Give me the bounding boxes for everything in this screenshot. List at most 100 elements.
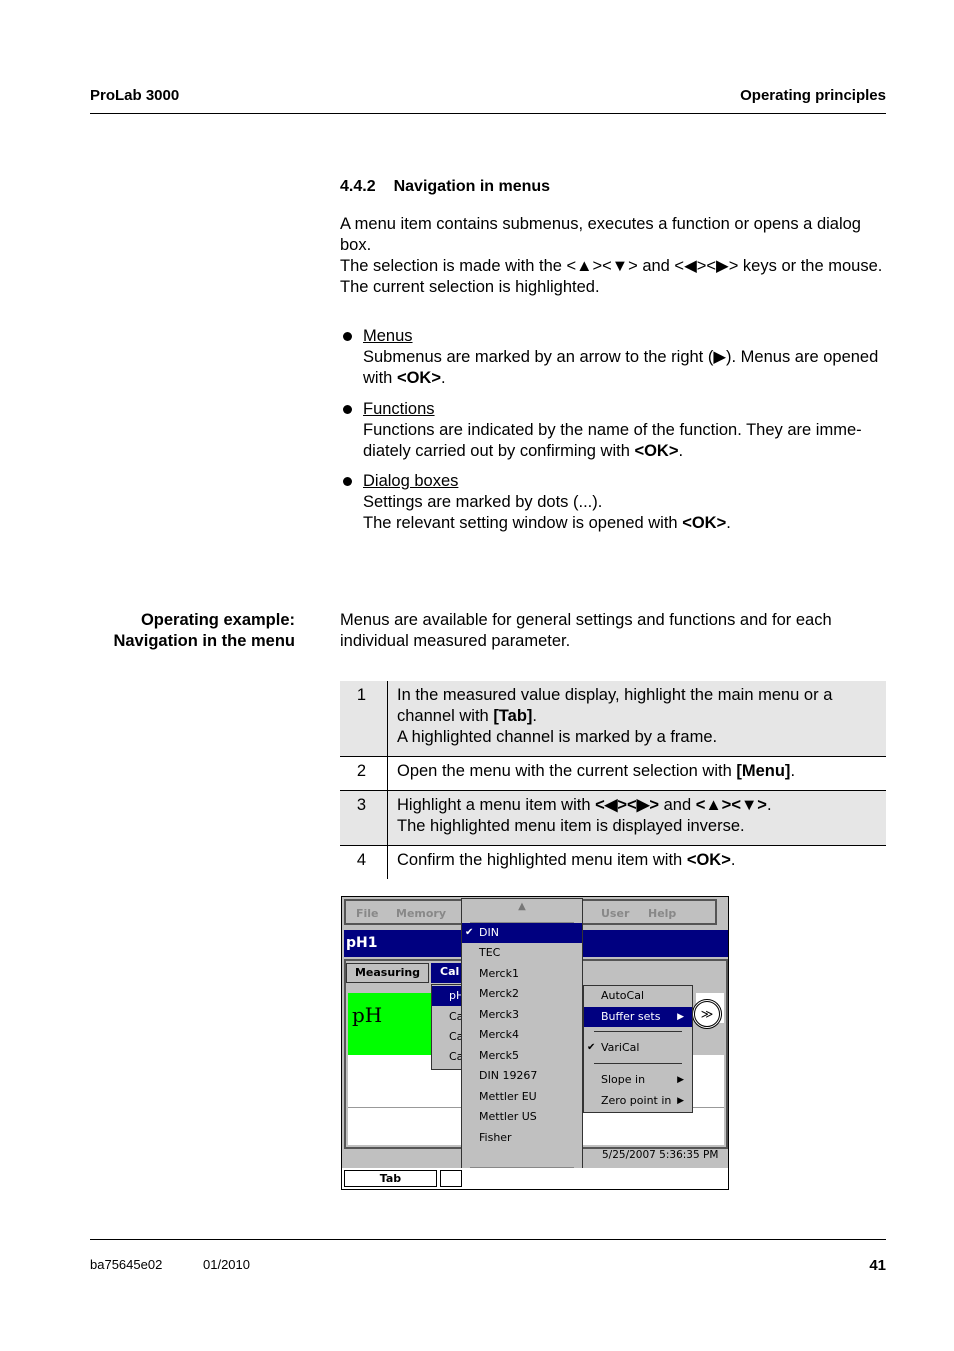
buffer-list: ▲ ✔ DIN TEC Merck1 Merck2 Merck3 Merck4 M…: [461, 898, 583, 1189]
item-label: DIN: [479, 926, 499, 939]
footer-date: 01/2010: [203, 1257, 250, 1272]
step-text: Confirm the highlighted menu item with <…: [388, 846, 887, 880]
punct: .: [440, 369, 446, 387]
tab-cal[interactable]: Cal: [431, 963, 463, 983]
buffer-item[interactable]: DIN 19267: [462, 1066, 582, 1086]
scroll-up-icon[interactable]: ▲: [462, 901, 582, 912]
section-heading: 4.4.2 Navigation in menus: [340, 178, 550, 196]
submenu-buffer-sets[interactable]: Buffer sets ▶: [584, 1007, 692, 1027]
key-label: <◀><▶>: [595, 796, 660, 814]
key-label: <OK>: [682, 514, 727, 532]
submenu-varical[interactable]: ✔ VariCal: [584, 1038, 692, 1058]
text: and: [659, 796, 696, 814]
paragraph: A menu item contains submenus, executes …: [340, 215, 861, 254]
buffer-item[interactable]: Merck3: [462, 1005, 582, 1025]
text: Highlight a menu item with: [397, 796, 596, 814]
bullet-icon: [343, 332, 352, 341]
punct: .: [726, 514, 731, 532]
buffer-item[interactable]: TEC: [462, 943, 582, 963]
footer-doc-id: ba75645e02: [90, 1257, 163, 1272]
menu-file[interactable]: File: [356, 907, 379, 920]
punct: .: [730, 851, 736, 869]
step-number: 2: [340, 756, 388, 791]
softkey-2[interactable]: [440, 1170, 462, 1187]
bullet-menus: Menus Submenus are marked by an arrow to…: [363, 326, 886, 389]
step-number: 3: [340, 790, 388, 846]
step-row: 1 In the measured value display, highlig…: [340, 681, 886, 757]
section-number: 4.4.2: [340, 178, 376, 195]
step-text: Highlight a menu item with <◀><▶> and <▲…: [387, 790, 886, 846]
steps-table: 1 In the measured value display, highlig…: [340, 681, 886, 879]
step-row: 2 Open the menu with the current selecti…: [340, 756, 887, 791]
submenu-arrow-icon: ▶: [677, 1096, 684, 1106]
item-label: Buffer sets: [601, 1010, 661, 1023]
buffer-item[interactable]: Mettler US: [462, 1107, 582, 1127]
bullet-functions: Functions Functions are indicated by the…: [363, 399, 886, 462]
bullet-text: Settings are marked by dots (...).: [363, 493, 603, 511]
separator: [594, 1031, 682, 1032]
header-product: ProLab 3000: [90, 87, 180, 104]
bullet-title: Menus: [363, 327, 413, 345]
intro-text: A menu item contains submenus, executes …: [340, 214, 886, 298]
bullet-icon: [343, 477, 352, 486]
example-intro: Menus are available for general settings…: [340, 611, 832, 650]
text: In the measured value display, highlight…: [397, 686, 833, 725]
footer-rule: [90, 1239, 886, 1240]
key-label: <OK>: [396, 369, 441, 387]
bullet-dialogs: Dialog boxes Settings are marked by dots…: [363, 471, 886, 534]
step-row: 3 Highlight a menu item with <◀><▶> and …: [340, 790, 886, 846]
checkmark-icon: ✔: [587, 1042, 596, 1053]
key-label: [Menu]: [736, 762, 791, 780]
cal-submenu: AutoCal Buffer sets ▶ ✔ VariCal Slope in ▶ …: [583, 985, 693, 1113]
datetime: 5/25/2007 5:36:35 PM: [602, 1149, 719, 1161]
step-number: 4: [340, 845, 388, 879]
ph-display: pH: [348, 993, 438, 1055]
bullet-icon: [343, 405, 352, 414]
page-number: 41: [869, 1257, 886, 1274]
device-screenshot: File Memory User Help pH1 pH ≫ Measuring…: [341, 896, 729, 1190]
menu-help[interactable]: Help: [648, 907, 676, 920]
bullet-title: Functions: [363, 400, 435, 418]
submenu-zero-point-in[interactable]: Zero point in ▶: [584, 1091, 692, 1111]
tab-measuring[interactable]: Measuring: [346, 963, 429, 983]
paragraph: The selection is made with the <▲><▼> an…: [340, 257, 883, 275]
submenu-arrow-icon: ▶: [677, 1012, 684, 1022]
step-text: Open the menu with the current selection…: [388, 757, 887, 791]
buffer-item[interactable]: Fisher: [462, 1128, 582, 1148]
menu-memory[interactable]: Memory: [396, 907, 446, 920]
buffer-item[interactable]: Merck2: [462, 984, 582, 1004]
text: Open the menu with the current selection…: [397, 762, 737, 780]
punct: .: [766, 796, 772, 814]
punct: .: [790, 762, 796, 780]
header-chapter: Operating principles: [740, 87, 886, 104]
step-text: In the measured value display, highlight…: [387, 681, 886, 757]
bullet-title: Dialog boxes: [363, 472, 459, 490]
item-label: Zero point in: [601, 1094, 672, 1107]
paragraph: The current selection is highlighted.: [340, 278, 600, 296]
section-title: Navigation in menus: [393, 178, 551, 195]
buffer-item[interactable]: Mettler EU: [462, 1087, 582, 1107]
text: A highlighted channel is marked by a fra…: [397, 728, 718, 746]
step-row: 4 Confirm the highlighted menu item with…: [340, 845, 887, 880]
punct: .: [532, 707, 538, 725]
submenu-arrow-icon: ▶: [677, 1075, 684, 1085]
header-rule: [90, 113, 886, 114]
bullet-text: The relevant setting window is opened wi…: [363, 514, 683, 532]
text: The highlighted menu item is displayed i…: [397, 817, 745, 835]
item-label: Slope in: [601, 1073, 646, 1086]
item-label: VariCal: [601, 1041, 640, 1054]
key-label: <OK>: [686, 851, 731, 869]
key-label: <OK>: [634, 442, 679, 460]
menu-user[interactable]: User: [601, 907, 629, 920]
buffer-item[interactable]: ✔ DIN: [462, 923, 582, 943]
separator: [594, 1063, 682, 1064]
buffer-item[interactable]: Merck1: [462, 964, 582, 984]
buffer-item[interactable]: Merck5: [462, 1046, 582, 1066]
bullet-text: Functions are indicated by the name of t…: [363, 421, 862, 460]
submenu-autocal[interactable]: AutoCal: [584, 986, 692, 1006]
submenu-slope-in[interactable]: Slope in ▶: [584, 1070, 692, 1090]
softkey-tab[interactable]: Tab: [344, 1170, 437, 1187]
text: Confirm the highlighted menu item with: [397, 851, 687, 869]
buffer-item[interactable]: Merck4: [462, 1025, 582, 1045]
side-label: Operating example: Navigation in the men…: [113, 610, 295, 652]
